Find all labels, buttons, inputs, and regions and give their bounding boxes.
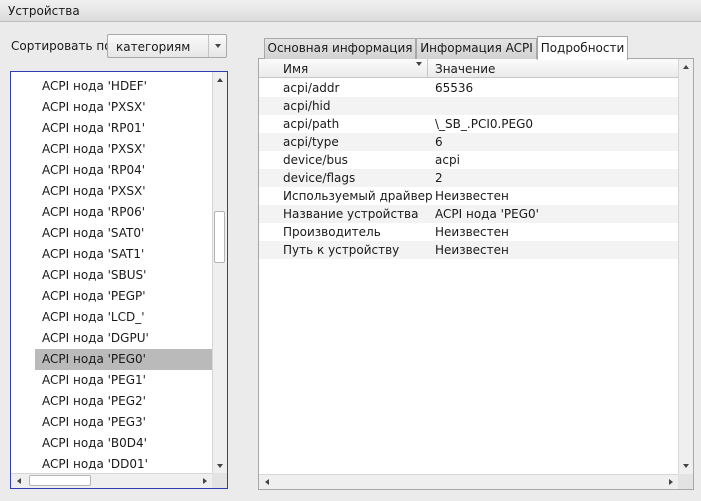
tab-acpi-info[interactable]: Информация ACPI <box>416 38 537 59</box>
tab-basic-info[interactable]: Основная информация <box>264 38 416 59</box>
tab-acpi-info-label: Информация ACPI <box>420 41 533 55</box>
device-tree-item[interactable]: ACPI нода 'DD01' <box>35 454 213 474</box>
details-cell-name: device/bus <box>283 153 348 167</box>
details-cell-value: \_SB_.PCI0.PEG0 <box>435 117 534 131</box>
scroll-left-arrow-icon[interactable] <box>12 474 26 488</box>
column-divider[interactable] <box>427 59 428 78</box>
column-header-name[interactable]: Имя <box>283 62 308 76</box>
device-tree-item[interactable]: ACPI нода 'DGPU' <box>35 328 213 349</box>
details-table-row[interactable]: Название устройства ACPI нода 'PEG0' <box>259 205 679 223</box>
window-title: Устройства <box>8 4 80 18</box>
details-vertical-scrollbar[interactable] <box>678 59 693 474</box>
scroll-right-arrow-icon[interactable] <box>664 475 678 489</box>
tab-basic-info-label: Основная информация <box>267 41 413 55</box>
device-tree-item[interactable]: ACPI нода 'PEG1' <box>35 370 213 391</box>
device-tree-item[interactable]: ACPI нода 'PEG2' <box>35 391 213 412</box>
details-table-row[interactable]: acpi/hid <box>259 97 679 115</box>
scroll-up-arrow-icon[interactable] <box>213 73 227 87</box>
details-cell-name: acpi/path <box>283 117 340 131</box>
device-tree-item[interactable]: ACPI нода 'HDEF' <box>35 76 213 97</box>
scroll-down-arrow-icon[interactable] <box>679 459 693 473</box>
device-tree-item[interactable]: ACPI нода 'PEG3' <box>35 412 213 433</box>
scroll-up-arrow-icon[interactable] <box>679 60 693 74</box>
device-tree-horizontal-scroll-thumb[interactable] <box>29 475 91 486</box>
details-cell-name: acpi/addr <box>283 81 340 95</box>
details-cell-name: acpi/hid <box>283 99 331 113</box>
details-cell-value: Неизвестен <box>435 243 509 257</box>
details-table-row[interactable]: Производитель Неизвестен <box>259 223 679 241</box>
device-tree-item[interactable]: ACPI нода 'LCD_' <box>35 307 213 328</box>
device-tree-item[interactable]: ACPI нода 'SAT1' <box>35 244 213 265</box>
details-table-row[interactable]: acpi/path \_SB_.PCI0.PEG0 <box>259 115 679 133</box>
details-table-row[interactable]: Используемый драйвер Неизвестен <box>259 187 679 205</box>
scroll-left-arrow-icon[interactable] <box>260 475 274 489</box>
details-cell-value: acpi <box>435 153 460 167</box>
details-cell-name: Производитель <box>283 225 381 239</box>
scroll-down-arrow-icon[interactable] <box>213 459 227 473</box>
details-cell-value: 65536 <box>435 81 474 95</box>
device-tree-vertical-scrollbar[interactable] <box>212 72 227 474</box>
device-tree-item[interactable]: ACPI нода 'RP04' <box>35 160 213 181</box>
sort-label: Сортировать по: <box>11 39 116 53</box>
sort-combobox-value: категориям <box>116 40 191 54</box>
details-cell-name: acpi/type <box>283 135 339 149</box>
device-tree-horizontal-scrollbar[interactable] <box>11 473 213 488</box>
details-cell-value: 2 <box>435 171 443 185</box>
details-table-row[interactable]: acpi/addr 65536 <box>259 79 679 97</box>
device-tree[interactable]: ACPI нода 'HDEF' ACPI нода 'PXSX' ACPI нод… <box>10 71 228 489</box>
sort-combobox[interactable]: категориям <box>107 34 227 58</box>
details-table-header: Имя Значение <box>259 59 679 80</box>
details-table[interactable]: Имя Значение acpi/addr 65536 acpi/hid acpi/… <box>259 59 679 474</box>
chevron-down-icon[interactable] <box>208 35 226 57</box>
device-tree-vertical-scroll-thumb[interactable] <box>214 211 225 263</box>
column-header-value[interactable]: Значение <box>435 62 495 76</box>
details-cell-name: Название устройства <box>283 207 419 221</box>
details-table-row[interactable]: device/bus acpi <box>259 151 679 169</box>
device-tree-item[interactable]: ACPI нода 'PXSX' <box>35 97 213 118</box>
device-tree-viewport: ACPI нода 'HDEF' ACPI нода 'PXSX' ACPI нод… <box>11 72 213 474</box>
details-table-row[interactable]: Путь к устройству Неизвестен <box>259 241 679 259</box>
details-cell-name: Используемый драйвер <box>283 189 433 203</box>
window-titlebar: Устройства <box>0 0 701 22</box>
details-panel: Имя Значение acpi/addr 65536 acpi/hid acpi/… <box>258 59 694 490</box>
scroll-right-arrow-icon[interactable] <box>198 474 212 488</box>
details-cell-name: device/flags <box>283 171 356 185</box>
details-cell-value: ACPI нода 'PEG0' <box>435 207 539 221</box>
device-tree-item[interactable]: ACPI нода 'PXSX' <box>35 139 213 160</box>
details-cell-value: Неизвестен <box>435 189 509 203</box>
sort-descending-icon <box>416 62 422 80</box>
tab-details[interactable]: Подробности <box>537 36 628 60</box>
device-tree-item[interactable]: ACPI нода 'SAT0' <box>35 223 213 244</box>
device-tree-item[interactable]: ACPI нода 'B0D4' <box>35 433 213 454</box>
device-tree-item[interactable]: ACPI нода 'RP01' <box>35 118 213 139</box>
details-cell-value: Неизвестен <box>435 225 509 239</box>
details-cell-value: 6 <box>435 135 443 149</box>
details-table-row[interactable]: device/flags 2 <box>259 169 679 187</box>
device-tree-item[interactable]: ACPI нода 'PEG0' <box>35 349 213 370</box>
device-tree-item[interactable]: ACPI нода 'RP06' <box>35 202 213 223</box>
device-tree-item[interactable]: ACPI нода 'SBUS' <box>35 265 213 286</box>
details-horizontal-scrollbar[interactable] <box>259 474 679 489</box>
device-tree-item[interactable]: ACPI нода 'PXSX' <box>35 181 213 202</box>
tab-details-label: Подробности <box>540 41 625 55</box>
device-tree-item[interactable]: ACPI нода 'PEGP' <box>35 286 213 307</box>
details-table-row[interactable]: acpi/type 6 <box>259 133 679 151</box>
details-cell-name: Путь к устройству <box>283 243 400 257</box>
scroll-corner <box>678 474 693 489</box>
scroll-corner <box>212 473 227 488</box>
